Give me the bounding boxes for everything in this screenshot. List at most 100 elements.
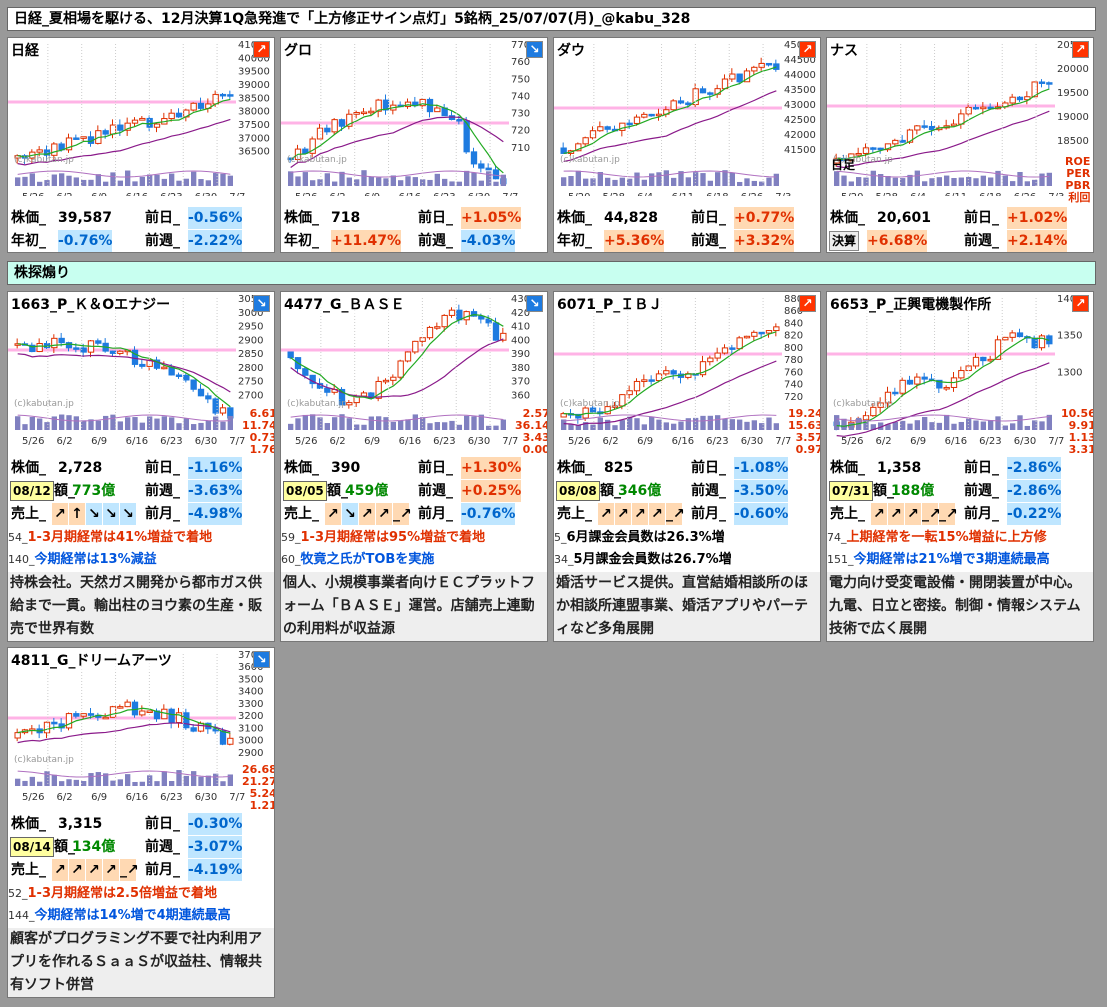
candlestick-chart[interactable]: (c)kabutan.jp410004000039500390003850038… [8,38,274,196]
stock-name: 6653_P_正興電機製作所 [830,294,992,314]
candle-body [227,94,234,97]
week-change-label: 前週_ [418,233,453,249]
stock-card-3[interactable]: (c)kabutan.jp 1400 1350 1300 5/26 6/2 6/9 6/16 6… [826,291,1094,642]
ma-long-line [17,353,231,393]
sales-label: 売上_ [557,506,592,522]
y-tick-label: 800 [784,343,803,354]
candle-body [699,88,707,94]
news-item[interactable]: 5_6月課金会員数は26.3%増 [554,527,820,548]
candlestick-chart[interactable]: (c)kabutan.jp305030002950290028502800275… [8,292,274,450]
watermark: (c)kabutan.jp [14,399,74,409]
volume-bar [583,178,589,186]
x-tick-label: 5/26 [295,192,317,196]
news-item[interactable]: 52_1-3月期経常は2.5倍増益で着地 [8,883,274,904]
volume-bar [929,422,935,430]
trend-up-icon[interactable]: ↗ [799,295,816,312]
price-row: 株価_ 2,728 前日_ -1.16% [8,457,274,480]
trend-up-icon[interactable]: ↗ [253,41,270,58]
trend-up-icon[interactable]: ↗ [1072,295,1089,312]
news-item[interactable]: 60_牧竟之氏がTOBを実施 [281,549,547,570]
news-headline[interactable]: 6月課金会員数は26.3%増 [567,530,725,545]
volume-bar [442,422,448,430]
index-card-1[interactable]: (c)kabutan.jp7707607507407307207105/266/… [280,37,548,253]
candlestick-chart[interactable]: (c)kabutan.jp880860840820800780760740720… [554,292,820,450]
news-headline[interactable]: 1-3月期経常は2.5倍増益で着地 [28,886,218,901]
stock-name: 1663_P_Ｋ＆Oエナジー [11,294,171,314]
news-item[interactable]: 151_今期経常は21%増で3期連続最高 [827,549,1093,570]
volume-line [563,170,777,178]
trend-up-icon[interactable]: ↗ [1072,41,1089,58]
news-headline[interactable]: 上期経常を一転15%増益に上方修 [847,530,1047,545]
candle-body [205,395,212,400]
index-card-0[interactable]: (c)kabutan.jp410004000039500390003850038… [7,37,275,253]
stock-card-0[interactable]: (c)kabutan.jp 3050 3000 2950 2900 2850 2800 275… [7,291,275,642]
day-change-label: 前日_ [145,460,180,476]
volume-bar [456,181,462,186]
x-tick-label: 6/9 [364,436,380,447]
news-item[interactable]: 59_1-3月期経常は95%増益で着地 [281,527,547,548]
volume-bar [892,177,898,186]
trend-down-icon[interactable]: ↘ [253,651,270,668]
week-change-label: 前週_ [964,233,999,249]
timeframe-label[interactable]: 日足 [831,156,855,173]
candlestick-chart[interactable]: (c)kabutan.jp370036003500340033003200310… [8,648,274,806]
news-headline[interactable]: 今期経常は21%増で3期連続最高 [854,552,1050,567]
news-headline[interactable]: 1-3月期経常は41%増益で着地 [28,530,213,545]
y-tick-label: 380 [511,363,530,374]
news-headline[interactable]: 1-3月期経常は95%増益で着地 [301,530,486,545]
volume-bar [310,414,316,430]
index-card-2[interactable]: (c)kabutan.jp450004450044000435004300042… [553,37,821,253]
y-tick-label: 3300 [238,699,263,710]
candlestick-chart[interactable]: (c)kabutan.jp1400135013005/26 6/2 6/9 6/16 6… [827,292,1093,450]
volume-bar [612,179,618,186]
news-headline[interactable]: 今期経常は14%増で4期連続最高 [35,908,231,923]
volume-bar [951,423,957,430]
trend-down-icon[interactable]: ↘ [526,41,543,58]
news-headline[interactable]: 牧竟之氏がTOBを実施 [301,552,435,567]
candle-body [1038,81,1046,84]
stock-card-4[interactable]: (c)kabutan.jp 3700 3600 3500 3400 3300 3200 310… [7,647,275,998]
volume-bar [892,421,898,430]
candle-body [197,102,205,109]
candlestick-chart[interactable]: (c)kabutan.jp20500200001950019000185005/… [827,38,1093,196]
trend-down-icon[interactable]: ↘ [253,295,270,312]
volume-bar [398,420,404,430]
news-item[interactable]: 140_今期経常は13%減益 [8,549,274,570]
stock-card-1[interactable]: (c)kabutan.jp 430 420 410 400 390 380 370 360 5/2… [280,291,548,642]
earnings-date-badge[interactable]: 08/14 [10,837,54,857]
trend-up-icon[interactable]: ↗ [799,41,816,58]
earnings-date-badge[interactable]: 08/05 [283,481,327,501]
trend-down-icon[interactable]: ↘ [526,295,543,312]
news-item[interactable]: 74_上期経常を一転15%増益に上方修 [827,527,1093,548]
ratio-label[interactable]: 利回 [1065,192,1090,204]
earnings-date-badge[interactable]: 07/31 [829,481,873,501]
day-change-value: +1.30% [461,457,522,479]
candlestick-chart[interactable]: (c)kabutan.jp7707607507407307207105/266/… [281,38,547,196]
sales-trend-icon: _↗ [922,503,941,525]
candle-body [51,143,58,156]
index-card-3[interactable]: (c)kabutan.jp20500200001950019000185005/… [826,37,1094,253]
news-headline[interactable]: 5月課金会員数は26.7%増 [574,552,732,567]
earnings-button[interactable]: 決算 [829,231,860,251]
news-rank: 151_ [827,553,854,566]
news-item[interactable]: 144_今期経常は14%増で4期連続最高 [8,905,274,926]
news-item[interactable]: 54_1-3月期経常は41%増益で着地 [8,527,274,548]
candlestick-chart[interactable]: (c)kabutan.jp450004450044000435004300042… [554,38,820,196]
x-tick-label: 6/16 [945,436,967,447]
sales-trend-icon: ↑ [69,503,85,525]
candlestick-chart[interactable]: (c)kabutan.jp4304204104003903803703605/2… [281,292,547,450]
news-item[interactable]: 34_5月課金会員数は26.7%増 [554,549,820,570]
stock-card-2[interactable]: (c)kabutan.jp 880 860 840 820 800 780 760 740 720… [553,291,821,642]
volume-bar [988,420,994,430]
volume-bar [656,419,662,430]
candle-body [729,347,736,350]
volume-bar [220,781,226,786]
volume-bar [619,177,625,186]
week-change-label: 前週_ [691,483,726,499]
y-tick-label: 710 [511,143,530,154]
volume-bar [191,171,197,186]
earnings-date-badge[interactable]: 08/12 [10,481,54,501]
earnings-date-badge[interactable]: 08/08 [556,481,600,501]
news-headline[interactable]: 今期経常は13%減益 [35,552,157,567]
volume-bar [1010,423,1016,430]
